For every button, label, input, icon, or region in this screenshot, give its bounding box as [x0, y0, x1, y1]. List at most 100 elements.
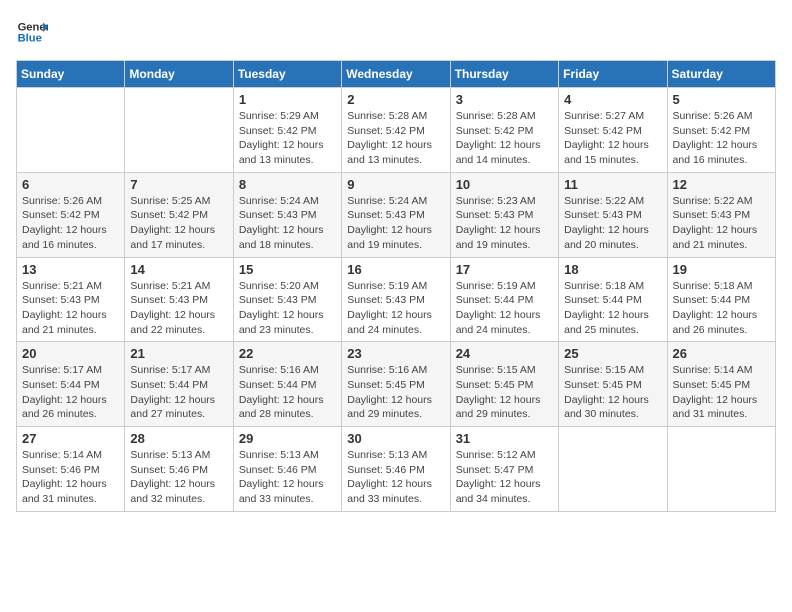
day-info: Sunrise: 5:26 AM Sunset: 5:42 PM Dayligh… [22, 194, 119, 253]
day-info: Sunrise: 5:18 AM Sunset: 5:44 PM Dayligh… [673, 279, 770, 338]
calendar-cell: 24Sunrise: 5:15 AM Sunset: 5:45 PM Dayli… [450, 342, 558, 427]
calendar-cell: 17 Sunrise: 5:19 AM Sunset: 5:44 PM Dayli… [450, 257, 558, 342]
calendar-cell [17, 88, 125, 173]
day-info: Sunrise: 5:19 AM Sunset: 5:43 PM Dayligh… [347, 279, 444, 338]
day-number: 27 [22, 431, 119, 446]
day-number: 4 [564, 92, 661, 107]
calendar-cell: 25 Sunrise: 5:15 AM Sunset: 5:45 PM Dayli… [559, 342, 667, 427]
day-number: 19 [673, 262, 770, 277]
calendar-cell: 19 Sunrise: 5:18 AM Sunset: 5:44 PM Dayli… [667, 257, 775, 342]
header-day-monday: Monday [125, 61, 233, 88]
day-number: 8 [239, 177, 336, 192]
day-info: Sunrise: 5:20 AM Sunset: 5:43 PM Dayligh… [239, 279, 336, 338]
day-info: Sunrise: 5:21 AM Sunset: 5:43 PM Dayligh… [22, 279, 119, 338]
day-number: 30 [347, 431, 444, 446]
header-day-tuesday: Tuesday [233, 61, 341, 88]
day-info: Sunrise: 5:15 AM Sunset: 5:45 PM Dayligh… [564, 363, 661, 422]
day-info: Sunrise: 5:15 AM Sunset: 5:45 PM Dayligh… [456, 363, 553, 422]
day-number: 29 [239, 431, 336, 446]
svg-text:Blue: Blue [18, 33, 42, 45]
calendar-cell: 29 Sunrise: 5:13 AM Sunset: 5:46 PM Dayli… [233, 427, 341, 512]
calendar-week-1: 1 Sunrise: 5:29 AM Sunset: 5:42 PM Daylig… [17, 88, 776, 173]
calendar-week-5: 27Sunrise: 5:14 AM Sunset: 5:46 PM Dayli… [17, 427, 776, 512]
calendar-week-3: 13Sunrise: 5:21 AM Sunset: 5:43 PM Dayli… [17, 257, 776, 342]
calendar-week-4: 20 Sunrise: 5:17 AM Sunset: 5:44 PM Dayli… [17, 342, 776, 427]
calendar-cell: 30 Sunrise: 5:13 AM Sunset: 5:46 PM Dayli… [342, 427, 450, 512]
day-info: Sunrise: 5:17 AM Sunset: 5:44 PM Dayligh… [130, 363, 227, 422]
day-number: 1 [239, 92, 336, 107]
day-info: Sunrise: 5:27 AM Sunset: 5:42 PM Dayligh… [564, 109, 661, 168]
calendar-cell: 3Sunrise: 5:28 AM Sunset: 5:42 PM Daylig… [450, 88, 558, 173]
day-info: Sunrise: 5:16 AM Sunset: 5:45 PM Dayligh… [347, 363, 444, 422]
day-number: 5 [673, 92, 770, 107]
calendar-cell: 18 Sunrise: 5:18 AM Sunset: 5:44 PM Dayli… [559, 257, 667, 342]
calendar-cell: 6 Sunrise: 5:26 AM Sunset: 5:42 PM Daylig… [17, 172, 125, 257]
day-info: Sunrise: 5:26 AM Sunset: 5:42 PM Dayligh… [673, 109, 770, 168]
logo-icon: General Blue [16, 16, 48, 48]
calendar-cell: 26Sunrise: 5:14 AM Sunset: 5:45 PM Dayli… [667, 342, 775, 427]
logo: General Blue [16, 16, 48, 48]
calendar-cell: 31Sunrise: 5:12 AM Sunset: 5:47 PM Dayli… [450, 427, 558, 512]
calendar-cell [125, 88, 233, 173]
calendar-cell: 7 Sunrise: 5:25 AM Sunset: 5:42 PM Daylig… [125, 172, 233, 257]
day-info: Sunrise: 5:23 AM Sunset: 5:43 PM Dayligh… [456, 194, 553, 253]
day-number: 6 [22, 177, 119, 192]
calendar-cell: 2 Sunrise: 5:28 AM Sunset: 5:42 PM Daylig… [342, 88, 450, 173]
header-day-thursday: Thursday [450, 61, 558, 88]
day-info: Sunrise: 5:22 AM Sunset: 5:43 PM Dayligh… [564, 194, 661, 253]
header-day-saturday: Saturday [667, 61, 775, 88]
calendar-week-2: 6 Sunrise: 5:26 AM Sunset: 5:42 PM Daylig… [17, 172, 776, 257]
day-info: Sunrise: 5:13 AM Sunset: 5:46 PM Dayligh… [130, 448, 227, 507]
calendar-cell: 8Sunrise: 5:24 AM Sunset: 5:43 PM Daylig… [233, 172, 341, 257]
day-info: Sunrise: 5:28 AM Sunset: 5:42 PM Dayligh… [456, 109, 553, 168]
day-info: Sunrise: 5:29 AM Sunset: 5:42 PM Dayligh… [239, 109, 336, 168]
day-number: 17 [456, 262, 553, 277]
calendar-cell [667, 427, 775, 512]
header-day-sunday: Sunday [17, 61, 125, 88]
day-number: 18 [564, 262, 661, 277]
calendar-cell: 27Sunrise: 5:14 AM Sunset: 5:46 PM Dayli… [17, 427, 125, 512]
calendar-cell: 9 Sunrise: 5:24 AM Sunset: 5:43 PM Daylig… [342, 172, 450, 257]
day-number: 26 [673, 346, 770, 361]
day-number: 16 [347, 262, 444, 277]
day-info: Sunrise: 5:25 AM Sunset: 5:42 PM Dayligh… [130, 194, 227, 253]
day-number: 12 [673, 177, 770, 192]
day-info: Sunrise: 5:16 AM Sunset: 5:44 PM Dayligh… [239, 363, 336, 422]
day-info: Sunrise: 5:22 AM Sunset: 5:43 PM Dayligh… [673, 194, 770, 253]
day-number: 28 [130, 431, 227, 446]
calendar-cell: 4 Sunrise: 5:27 AM Sunset: 5:42 PM Daylig… [559, 88, 667, 173]
day-number: 14 [130, 262, 227, 277]
day-number: 25 [564, 346, 661, 361]
day-info: Sunrise: 5:13 AM Sunset: 5:46 PM Dayligh… [239, 448, 336, 507]
calendar-table: SundayMondayTuesdayWednesdayThursdayFrid… [16, 60, 776, 512]
day-info: Sunrise: 5:12 AM Sunset: 5:47 PM Dayligh… [456, 448, 553, 507]
day-number: 2 [347, 92, 444, 107]
day-number: 9 [347, 177, 444, 192]
day-info: Sunrise: 5:24 AM Sunset: 5:43 PM Dayligh… [347, 194, 444, 253]
day-number: 23 [347, 346, 444, 361]
calendar-cell: 16 Sunrise: 5:19 AM Sunset: 5:43 PM Dayli… [342, 257, 450, 342]
day-number: 11 [564, 177, 661, 192]
page-header: General Blue [16, 16, 776, 48]
calendar-cell: 14 Sunrise: 5:21 AM Sunset: 5:43 PM Dayli… [125, 257, 233, 342]
day-number: 7 [130, 177, 227, 192]
day-number: 21 [130, 346, 227, 361]
calendar-cell: 13Sunrise: 5:21 AM Sunset: 5:43 PM Dayli… [17, 257, 125, 342]
calendar-cell: 23 Sunrise: 5:16 AM Sunset: 5:45 PM Dayli… [342, 342, 450, 427]
calendar-cell: 22Sunrise: 5:16 AM Sunset: 5:44 PM Dayli… [233, 342, 341, 427]
calendar-cell: 21 Sunrise: 5:17 AM Sunset: 5:44 PM Dayli… [125, 342, 233, 427]
calendar-cell [559, 427, 667, 512]
calendar-cell: 12 Sunrise: 5:22 AM Sunset: 5:43 PM Dayli… [667, 172, 775, 257]
calendar-cell: 20 Sunrise: 5:17 AM Sunset: 5:44 PM Dayli… [17, 342, 125, 427]
calendar-cell: 11 Sunrise: 5:22 AM Sunset: 5:43 PM Dayli… [559, 172, 667, 257]
day-info: Sunrise: 5:21 AM Sunset: 5:43 PM Dayligh… [130, 279, 227, 338]
day-info: Sunrise: 5:17 AM Sunset: 5:44 PM Dayligh… [22, 363, 119, 422]
day-info: Sunrise: 5:19 AM Sunset: 5:44 PM Dayligh… [456, 279, 553, 338]
day-info: Sunrise: 5:13 AM Sunset: 5:46 PM Dayligh… [347, 448, 444, 507]
day-info: Sunrise: 5:18 AM Sunset: 5:44 PM Dayligh… [564, 279, 661, 338]
day-number: 20 [22, 346, 119, 361]
header-day-wednesday: Wednesday [342, 61, 450, 88]
calendar-cell: 5 Sunrise: 5:26 AM Sunset: 5:42 PM Daylig… [667, 88, 775, 173]
day-info: Sunrise: 5:28 AM Sunset: 5:42 PM Dayligh… [347, 109, 444, 168]
calendar-cell: 28 Sunrise: 5:13 AM Sunset: 5:46 PM Dayli… [125, 427, 233, 512]
